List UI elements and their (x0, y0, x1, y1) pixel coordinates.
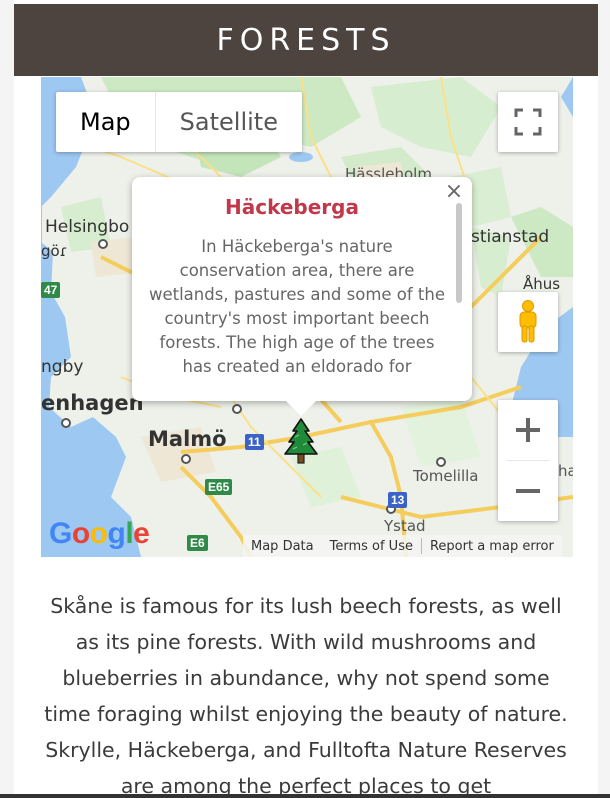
info-window-pointer (285, 400, 317, 416)
content-card: FORESTS Hässleholm Helsingbo göɾ stianst… (14, 4, 598, 798)
info-window-body: In Häckeberga's nature conservation area… (148, 237, 446, 373)
tree-icon (284, 418, 318, 464)
map-data-link[interactable]: Map Data (243, 539, 322, 554)
map-type-map-button[interactable]: Map (56, 92, 155, 152)
forest-marker[interactable] (283, 417, 319, 469)
fullscreen-button[interactable] (498, 92, 558, 152)
zoom-out-icon (516, 489, 540, 493)
map-label-landskrona: ngby (41, 357, 84, 377)
info-window-scrollbar[interactable] (456, 203, 462, 303)
map-label-tomelilla: Tomelilla (413, 467, 479, 485)
map-label-ystad: Ystad (384, 517, 426, 535)
road-shield-47: 47 (41, 282, 61, 298)
map-label-edge: ha (558, 462, 573, 480)
pegman-icon (519, 300, 537, 343)
road-shield-e6: E6 (187, 535, 208, 551)
info-window-title: Häckeberga (225, 195, 359, 219)
report-map-error-link[interactable]: Report a map error (422, 539, 562, 554)
bottom-border (0, 794, 610, 798)
google-map[interactable]: Hässleholm Helsingbo göɾ stianstad Åhus … (41, 77, 573, 557)
forests-description: Skåne is famous for its lush beech fores… (44, 594, 568, 798)
zoom-in-button[interactable] (498, 400, 558, 460)
section-title: FORESTS (216, 22, 396, 58)
road-shield-11: 11 (245, 434, 264, 450)
page-margin-left (0, 0, 14, 798)
zoom-control (498, 400, 558, 521)
map-label-malmo: Malmö (148, 427, 227, 451)
info-window: × Häckeberga In Häckeberga's nature cons… (132, 177, 472, 401)
zoom-out-button[interactable] (498, 461, 558, 521)
terms-of-use-link[interactable]: Terms of Use (322, 539, 421, 554)
map-label-helsingborg: Helsingbo (45, 217, 130, 237)
map-label-ahus: Åhus (523, 275, 561, 293)
google-logo[interactable]: Google (49, 517, 150, 551)
map-label-copenhagen: enhagen (41, 391, 144, 415)
section-title-bar: FORESTS (14, 4, 598, 76)
street-view-pegman-button[interactable] (498, 292, 558, 352)
map-label-angelholm: göɾ (41, 242, 68, 260)
zoom-in-icon (516, 418, 540, 442)
page-margin-right (598, 0, 610, 798)
map-label-kristianstad: stianstad (471, 227, 550, 247)
map-attribution: Map Data Terms of Use Report a map error (243, 535, 562, 557)
map-type-satellite-button[interactable]: Satellite (156, 92, 302, 152)
fullscreen-icon (514, 108, 542, 136)
map-type-control: Map Satellite (56, 92, 302, 152)
road-shield-13: 13 (388, 492, 408, 508)
road-shield-e65: E65 (205, 479, 233, 495)
